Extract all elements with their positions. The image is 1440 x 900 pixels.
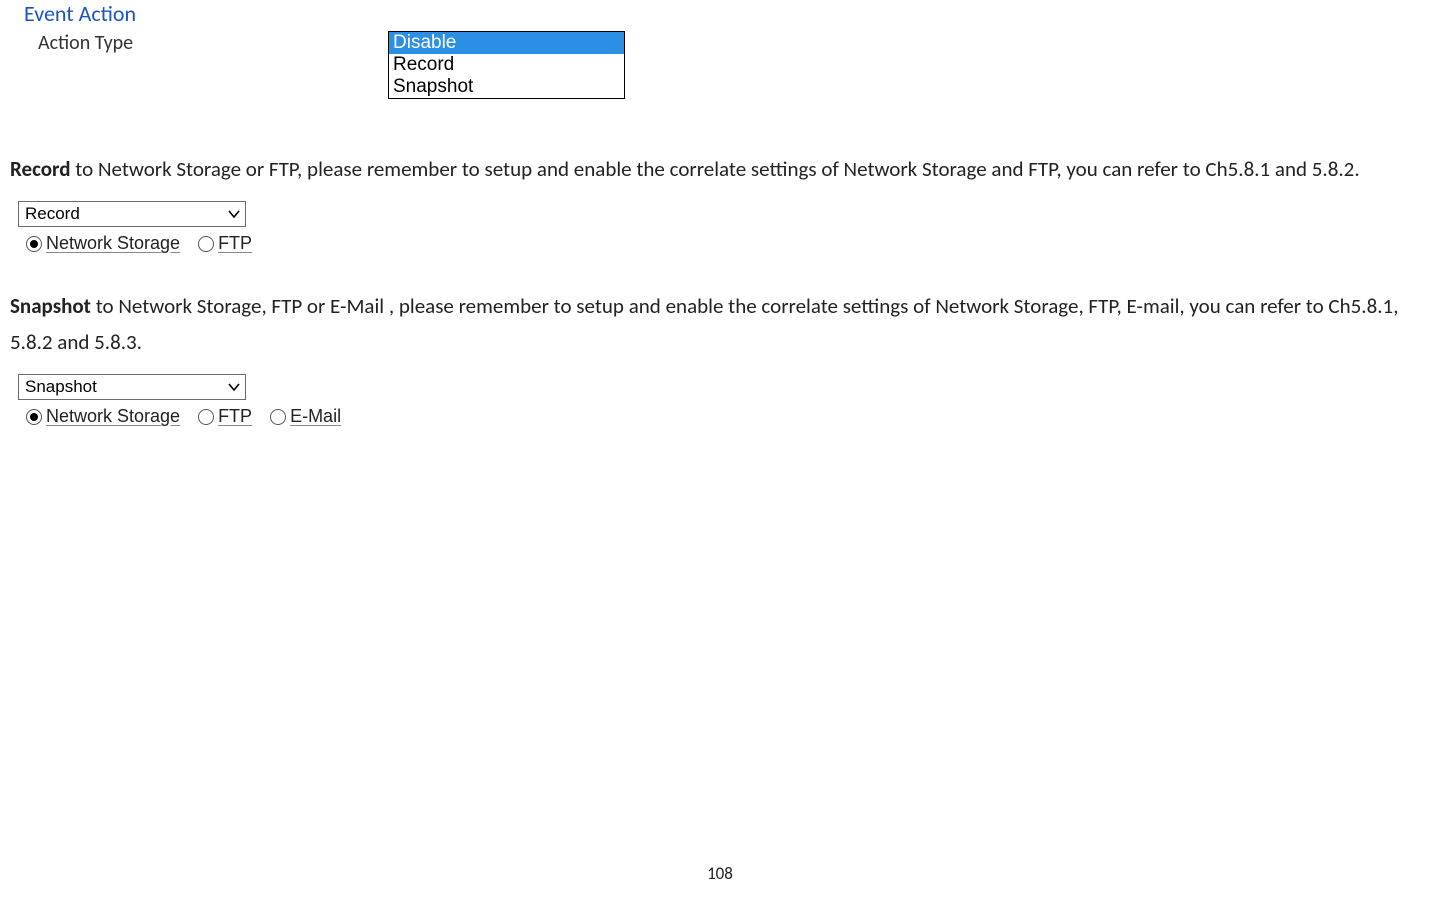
radio-label: FTP bbox=[218, 233, 252, 254]
chevron-down-icon bbox=[227, 207, 241, 221]
radio-label: FTP bbox=[218, 406, 252, 427]
action-type-listbox[interactable]: Disable Record Snapshot bbox=[388, 31, 625, 99]
snapshot-paragraph: Snapshot to Network Storage, FTP or E-Ma… bbox=[10, 288, 1420, 360]
record-radio-ftp[interactable]: FTP bbox=[198, 233, 252, 254]
action-type-label: Action Type bbox=[38, 31, 388, 55]
snapshot-radio-email[interactable]: E-Mail bbox=[270, 406, 341, 427]
page-number: 108 bbox=[0, 863, 1440, 884]
record-text: to Network Storage or FTP, please rememb… bbox=[71, 156, 1360, 182]
action-type-option-disable[interactable]: Disable bbox=[389, 32, 624, 54]
action-type-option-record[interactable]: Record bbox=[389, 54, 624, 76]
radio-icon bbox=[198, 236, 214, 252]
snapshot-text: to Network Storage, FTP or E-Mail , plea… bbox=[10, 293, 1398, 355]
snapshot-radio-network-storage[interactable]: Network Storage bbox=[26, 406, 180, 427]
snapshot-select-value: Snapshot bbox=[25, 377, 97, 397]
radio-icon bbox=[26, 409, 42, 425]
snapshot-radio-ftp[interactable]: FTP bbox=[198, 406, 252, 427]
snapshot-bold: Snapshot bbox=[10, 293, 91, 319]
radio-icon bbox=[26, 236, 42, 252]
record-radio-network-storage[interactable]: Network Storage bbox=[26, 233, 180, 254]
record-select[interactable]: Record bbox=[18, 201, 246, 227]
record-bold: Record bbox=[10, 156, 71, 182]
record-radio-group: Network Storage FTP bbox=[26, 233, 1430, 254]
radio-icon bbox=[270, 409, 286, 425]
record-paragraph: Record to Network Storage or FTP, please… bbox=[10, 151, 1420, 187]
record-select-value: Record bbox=[25, 204, 80, 224]
snapshot-radio-group: Network Storage FTP E-Mail bbox=[26, 406, 1430, 427]
snapshot-select[interactable]: Snapshot bbox=[18, 374, 246, 400]
radio-label: E-Mail bbox=[290, 406, 341, 427]
radio-label: Network Storage bbox=[46, 233, 180, 254]
action-type-option-snapshot[interactable]: Snapshot bbox=[389, 76, 624, 98]
radio-icon bbox=[198, 409, 214, 425]
radio-label: Network Storage bbox=[46, 406, 180, 427]
event-action-heading: Event Action bbox=[24, 0, 1430, 27]
chevron-down-icon bbox=[227, 380, 241, 394]
